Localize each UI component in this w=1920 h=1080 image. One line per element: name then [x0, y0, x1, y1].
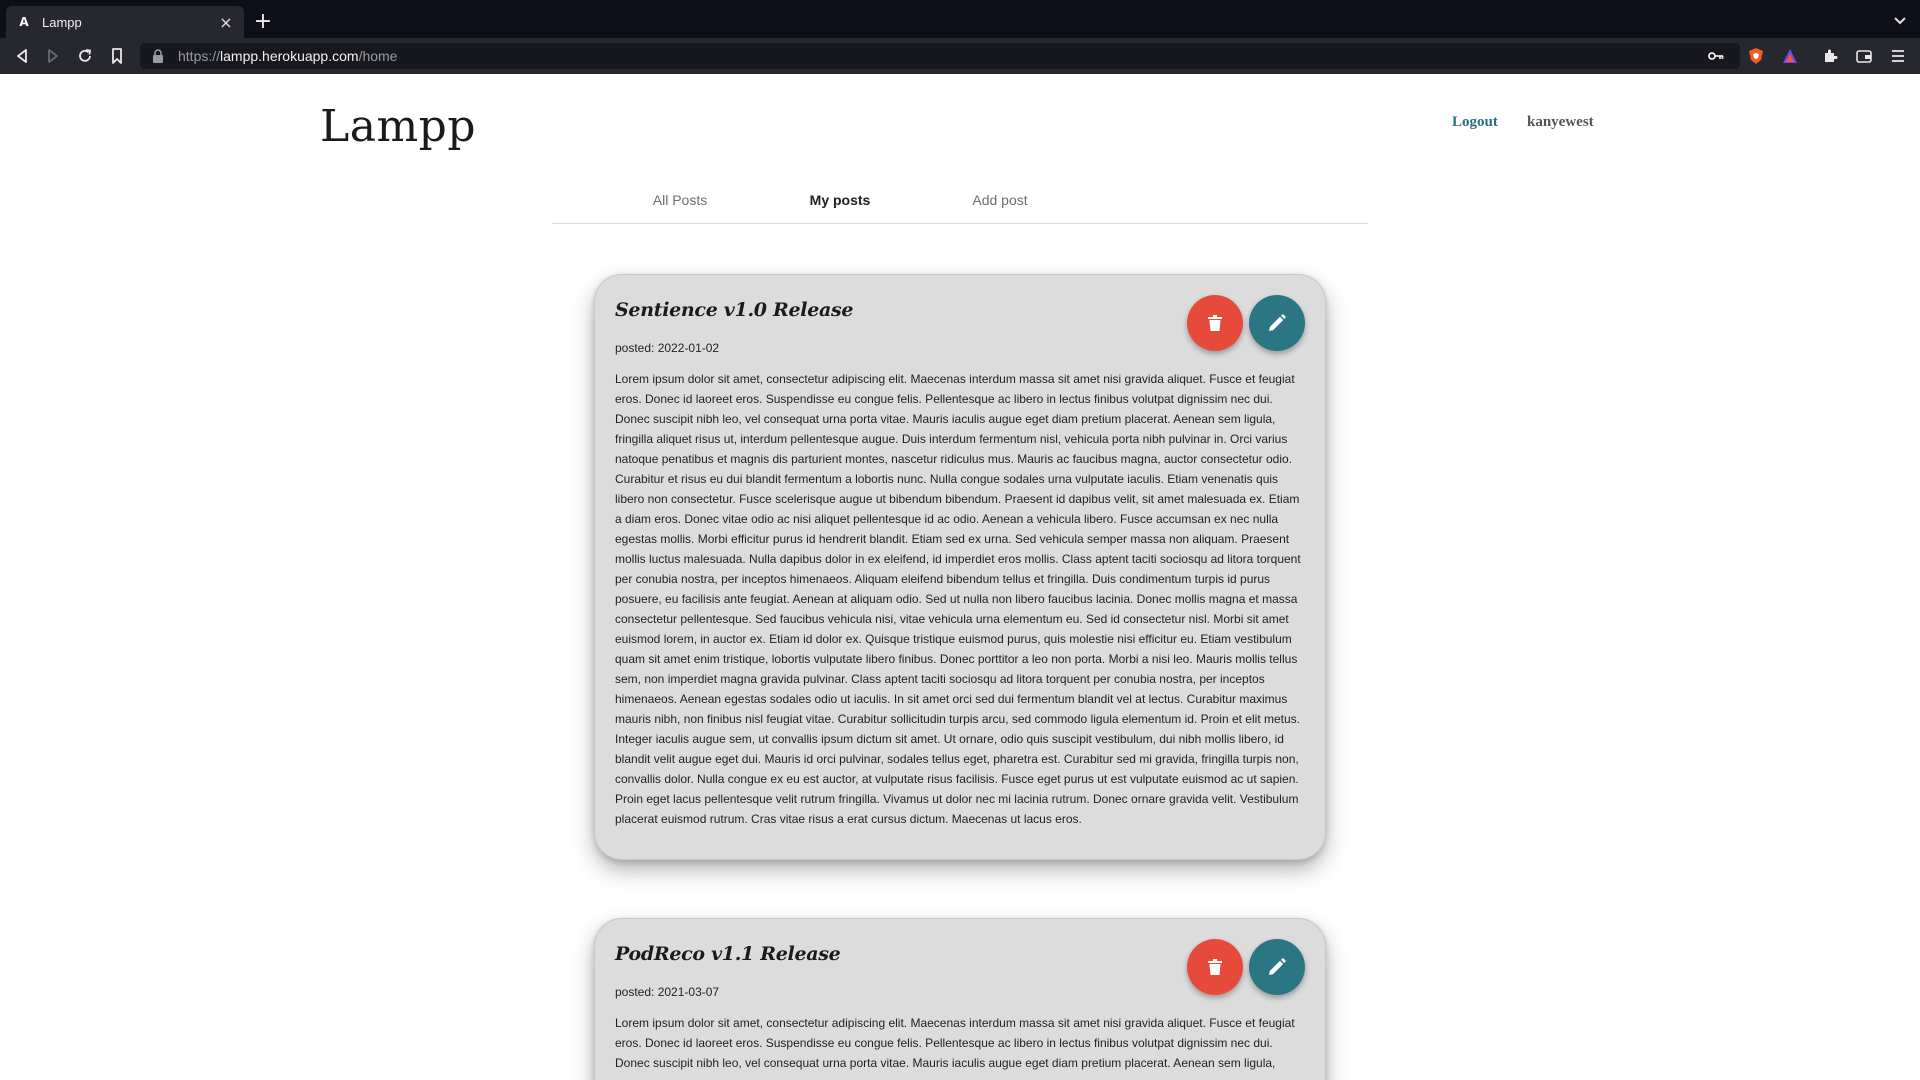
- key-icon[interactable]: [1706, 46, 1726, 66]
- trash-icon: [1208, 315, 1222, 331]
- tab-all-posts[interactable]: All Posts: [600, 192, 760, 208]
- wallet-icon[interactable]: [1854, 46, 1874, 66]
- page: Lampp Logout kanyewest All Posts My post…: [0, 74, 1920, 1080]
- browser-tabbar: A Lampp × +: [0, 0, 1920, 38]
- brave-shield-icon[interactable]: [1746, 46, 1766, 66]
- username-label[interactable]: kanyewest: [1527, 114, 1594, 131]
- delete-post-button[interactable]: [1187, 939, 1243, 995]
- pencil-icon: [1269, 958, 1286, 975]
- post-card: Sentience v1.0 Release posted: 2022-01-0…: [594, 274, 1326, 860]
- back-icon[interactable]: [12, 46, 32, 66]
- url-path: /home: [358, 48, 398, 64]
- posts-nav: All Posts My posts Add post: [552, 186, 1368, 224]
- edit-post-button[interactable]: [1249, 939, 1305, 995]
- extensions-icon[interactable]: [1820, 46, 1840, 66]
- forward-icon[interactable]: [43, 46, 63, 66]
- tab-title: Lampp: [42, 14, 82, 30]
- site-logo[interactable]: Lampp: [320, 101, 476, 152]
- edit-post-button[interactable]: [1249, 295, 1305, 351]
- url-scheme: https://: [178, 48, 221, 64]
- brave-rewards-icon[interactable]: [1780, 46, 1800, 66]
- url-host: lampp.herokuapp.com: [220, 48, 359, 64]
- close-tab-icon[interactable]: ×: [218, 13, 234, 32]
- delete-post-button[interactable]: [1187, 295, 1243, 351]
- address-bar[interactable]: https://lampp.herokuapp.com/home: [140, 43, 1740, 69]
- pencil-icon: [1269, 314, 1286, 331]
- tab-my-posts[interactable]: My posts: [760, 192, 920, 208]
- menu-icon[interactable]: [1888, 46, 1908, 66]
- logout-link[interactable]: Logout: [1452, 114, 1498, 131]
- new-tab-icon[interactable]: +: [252, 9, 274, 34]
- trash-icon: [1208, 959, 1222, 975]
- browser-tab[interactable]: A Lampp ×: [6, 6, 244, 38]
- reload-icon[interactable]: [75, 46, 95, 66]
- tab-add-post[interactable]: Add post: [920, 192, 1080, 208]
- post-card: PodReco v1.1 Release posted: 2021-03-07 …: [594, 918, 1326, 1080]
- lock-icon[interactable]: [152, 49, 166, 63]
- post-body: Lorem ipsum dolor sit amet, consectetur …: [615, 372, 1301, 826]
- favicon-icon: A: [19, 15, 29, 29]
- browser-toolbar: https://lampp.herokuapp.com/home: [0, 38, 1920, 74]
- post-body: Lorem ipsum dolor sit amet, consectetur …: [615, 1016, 1295, 1070]
- tab-search-chevron-icon[interactable]: [1892, 12, 1908, 28]
- bookmark-icon[interactable]: [107, 46, 127, 66]
